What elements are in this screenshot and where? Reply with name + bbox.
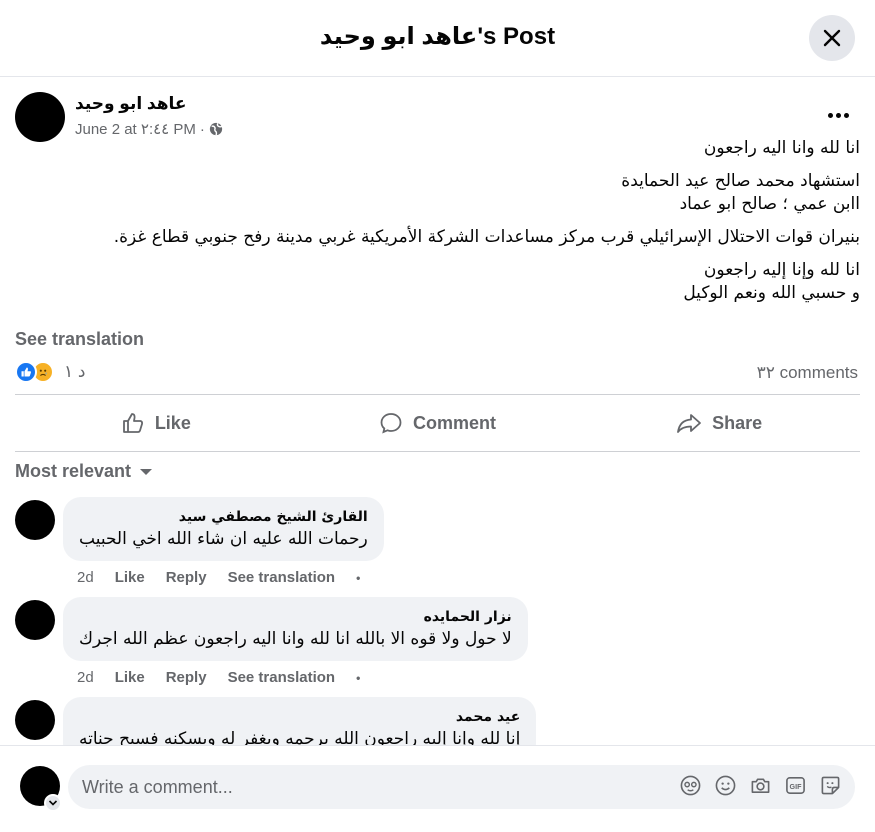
- gif-icon: GIF: [786, 777, 805, 794]
- comment-item: القارئ الشيخ مصطفي سيد رحمات الله عليه ا…: [15, 497, 860, 589]
- comment-text: إنا لله وإنا إليه راجعون الله يرحمه ويغف…: [79, 729, 521, 745]
- share-button[interactable]: Share: [578, 395, 860, 451]
- chevron-down-icon: [48, 800, 58, 806]
- emoji-button[interactable]: [715, 775, 736, 796]
- comment-see-translation[interactable]: See translation: [228, 569, 336, 586]
- svg-text:GIF: GIF: [790, 783, 803, 791]
- post-actions: Like Comment Share: [15, 395, 860, 451]
- reactions-summary[interactable]: د ١: [15, 361, 85, 383]
- divider: [15, 451, 860, 452]
- reaction-count: د ١: [64, 362, 86, 381]
- comment-see-translation[interactable]: See translation: [228, 669, 336, 686]
- dot-separator: •: [356, 570, 361, 585]
- globe-icon: [209, 122, 223, 136]
- sort-label: Most relevant: [15, 461, 132, 481]
- comment-time[interactable]: 2d: [77, 669, 94, 686]
- comment-button[interactable]: Comment: [297, 395, 579, 451]
- comment-like-button[interactable]: Like: [115, 669, 145, 686]
- comment-text: رحمات الله عليه ان شاء الله اخي الحبيب: [79, 529, 368, 549]
- avatar-sticker-button[interactable]: [680, 775, 701, 796]
- sticker-button[interactable]: [820, 775, 841, 796]
- camera-icon: [751, 778, 770, 793]
- profile-switcher-button[interactable]: [44, 794, 62, 812]
- comment-bubble: عيد محمد إنا لله وإنا إليه راجعون الله ي…: [63, 697, 537, 745]
- composer-tools: GIF: [680, 775, 841, 796]
- comment-actions: 2d Like Reply See translation •: [77, 569, 360, 586]
- thumbs-up-icon: [122, 413, 143, 433]
- caret-down-icon: [140, 468, 153, 475]
- post-paragraph: انا لله وإنا إليه راجعون و حسبي الله ونع…: [683, 260, 860, 303]
- photo-button[interactable]: [750, 775, 771, 796]
- dot-icon: [835, 112, 841, 118]
- post-date[interactable]: June 2 at ٢:٤٤ PM: [75, 120, 196, 138]
- avatar-sticker-icon: [680, 775, 701, 796]
- comment-reply-button[interactable]: Reply: [166, 669, 207, 686]
- post-meta: June 2 at ٢:٤٤ PM ·: [75, 120, 223, 138]
- comment-label: Comment: [413, 412, 497, 433]
- comment-icon: [380, 413, 402, 434]
- post-paragraph: استشهاد محمد صالح عيد الحمايدة اابن عمي …: [621, 171, 860, 214]
- dot-icon: [827, 112, 833, 118]
- comment-text: لا حول ولا قوه الا بالله انا لله وانا ال…: [79, 629, 512, 649]
- post-paragraph: بنيران قوات الاحتلال الإسرائيلي قرب مركز…: [113, 227, 860, 247]
- commenter-name[interactable]: القارئ الشيخ مصطفي سيد: [79, 507, 368, 527]
- comment-time[interactable]: 2d: [77, 569, 94, 586]
- author-avatar[interactable]: [15, 92, 65, 142]
- comment-actions: 2d Like Reply See translation •: [77, 669, 360, 686]
- commenter-avatar[interactable]: [15, 700, 55, 740]
- comment-item: نزار الحمايده لا حول ولا قوه الا بالله ا…: [15, 597, 860, 689]
- share-label: Share: [712, 412, 763, 433]
- sticker-icon: [821, 776, 840, 795]
- meta-separator: ·: [199, 120, 205, 138]
- comments-count[interactable]: ٣٢ comments: [757, 363, 858, 383]
- commenter-avatar[interactable]: [15, 600, 55, 640]
- see-translation-link[interactable]: See translation: [15, 329, 144, 350]
- comment-sort-dropdown[interactable]: Most relevant: [15, 461, 153, 482]
- comment-like-button[interactable]: Like: [115, 569, 145, 586]
- like-button[interactable]: Like: [15, 395, 297, 451]
- like-reaction-icon: [15, 361, 37, 383]
- comment-composer: GIF: [0, 745, 875, 832]
- comment-bubble: نزار الحمايده لا حول ولا قوه الا بالله ا…: [63, 597, 528, 661]
- post-options-button[interactable]: [822, 99, 854, 131]
- comment-item: عيد محمد إنا لله وإنا إليه راجعون الله ي…: [15, 697, 860, 745]
- gif-button[interactable]: GIF: [785, 775, 806, 796]
- share-icon: [677, 414, 702, 433]
- post-dialog: عاهد ابو وحيد's Post عاهد ابو وحيد June …: [0, 0, 875, 832]
- post-paragraph: انا لله وانا اليه راجعون: [703, 138, 860, 158]
- commenter-name[interactable]: عيد محمد: [79, 707, 520, 727]
- close-button[interactable]: [809, 15, 855, 61]
- like-label: Like: [154, 412, 191, 433]
- dialog-header: عاهد ابو وحيد's Post: [0, 0, 875, 77]
- post-text: انا لله وانا اليه راجعون استشهاد محمد صا…: [15, 137, 860, 315]
- post-scroll-area[interactable]: عاهد ابو وحيد June 2 at ٢:٤٤ PM · انا لل…: [0, 77, 875, 745]
- author-name[interactable]: عاهد ابو وحيد: [75, 94, 187, 114]
- dot-icon: [843, 112, 849, 118]
- comment-bubble: القارئ الشيخ مصطفي سيد رحمات الله عليه ا…: [63, 497, 384, 561]
- close-icon: [823, 29, 841, 47]
- smiley-icon: [715, 775, 736, 796]
- dialog-title: عاهد ابو وحيد's Post: [319, 23, 556, 50]
- commenter-avatar[interactable]: [15, 500, 55, 540]
- commenter-name[interactable]: نزار الحمايده: [79, 607, 512, 627]
- comment-reply-button[interactable]: Reply: [166, 569, 207, 586]
- dot-separator: •: [356, 670, 361, 685]
